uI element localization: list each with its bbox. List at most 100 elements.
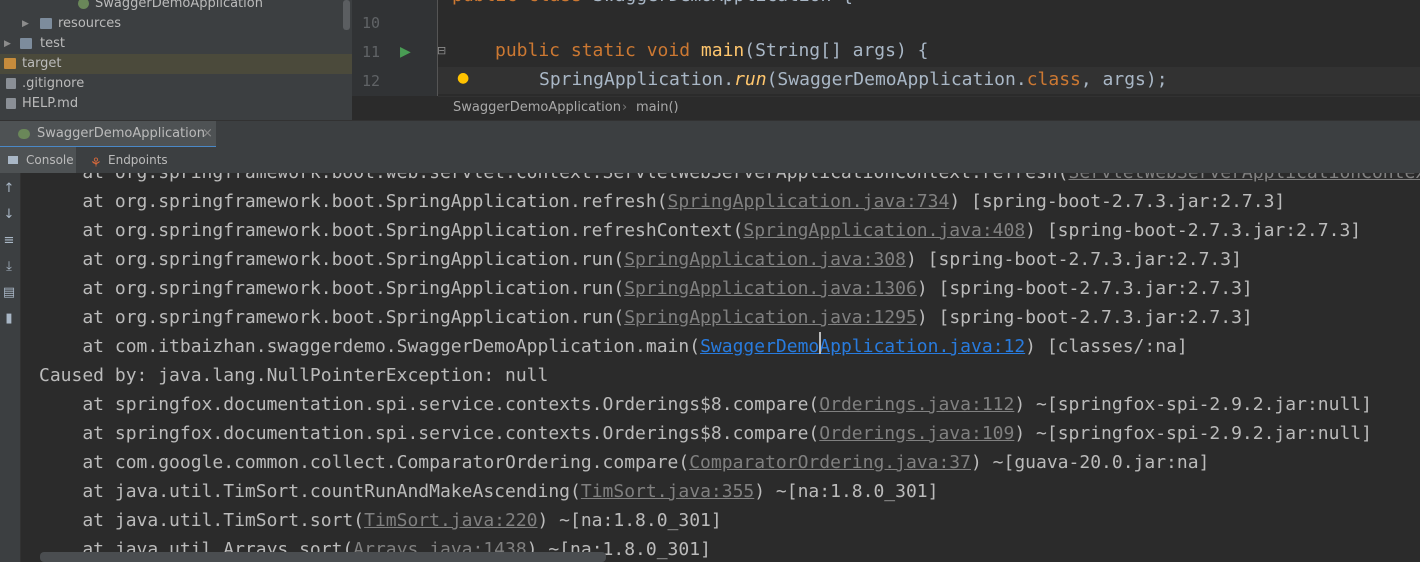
console-text: ) [spring-boot-2.7.3.jar:2.7.3] bbox=[905, 249, 1242, 270]
spring-class-icon bbox=[78, 0, 89, 9]
horizontal-scrollbar[interactable] bbox=[40, 552, 606, 562]
run-tab-label: SwaggerDemoApplication bbox=[37, 126, 205, 141]
console-text: at org.springframework.boot.SpringApplic… bbox=[39, 220, 744, 241]
console-text: Caused by: java.lang.NullPointerExceptio… bbox=[39, 365, 549, 386]
console-line: at java.util.TimSort.sort(TimSort.java:2… bbox=[39, 506, 721, 535]
tree-item-target[interactable]: target bbox=[0, 54, 352, 74]
console-text: ) [spring-boot-2.7.3.jar:2.7.3] bbox=[1025, 220, 1362, 241]
tree-scrollbar[interactable] bbox=[343, 0, 350, 30]
console-text: ) ~[na:1.8.0_301] bbox=[754, 481, 939, 502]
tree-item-help-md[interactable]: HELP.md bbox=[0, 94, 352, 114]
console-text: ) [spring-boot-2.7.3.jar:2.7.3] bbox=[916, 278, 1253, 299]
code-text: , args); bbox=[1080, 69, 1168, 90]
run-toolbar: SwaggerDemoApplication × bbox=[0, 120, 1420, 148]
console-side-toolbar: ↑ ↓ ≡ ⤓ ▤ ▮ bbox=[0, 173, 21, 562]
code-line-10: public class SwaggerDemoApplication { bbox=[452, 0, 853, 6]
folder-icon bbox=[4, 58, 16, 69]
console-text: at com.google.common.collect.ComparatorO… bbox=[39, 452, 690, 473]
code-method: run bbox=[734, 69, 767, 90]
console-line: at com.itbaizhan.swaggerdemo.SwaggerDemo… bbox=[39, 332, 1187, 361]
console-line: at org.springframework.boot.SpringApplic… bbox=[39, 216, 1361, 245]
run-subtabs: Console ⚘ Endpoints bbox=[0, 147, 1420, 174]
line-number: 11 bbox=[361, 43, 380, 61]
tree-item-label: .gitignore bbox=[22, 76, 85, 91]
breadcrumb-class[interactable]: SwaggerDemoApplication bbox=[453, 97, 621, 119]
console-text: ) ~[guava-20.0.jar:na] bbox=[970, 452, 1210, 473]
tree-item-swagger-demo-application[interactable]: SwaggerDemoApplication bbox=[0, 0, 352, 14]
console-text: ) ~[springfox-spi-2.9.2.jar:null] bbox=[1014, 423, 1372, 444]
console-line: at org.springframework.boot.SpringApplic… bbox=[39, 245, 1242, 274]
stacktrace-link[interactable]: Orderings.java:112 bbox=[819, 394, 1014, 415]
console-line: at springfox.documentation.spi.service.c… bbox=[39, 390, 1372, 419]
breadcrumb-method[interactable]: main() bbox=[636, 97, 679, 119]
stacktrace-link[interactable]: SpringApplication.java:308 bbox=[624, 249, 906, 270]
tree-item-gitignore[interactable]: .gitignore bbox=[0, 74, 352, 94]
stacktrace-link[interactable]: SpringApplication.java:1306 bbox=[624, 278, 917, 299]
lightbulb-icon[interactable]: ● bbox=[457, 70, 469, 86]
tree-item-resources[interactable]: ▶ resources bbox=[0, 14, 352, 34]
stacktrace-link[interactable]: TimSort.java:220 bbox=[364, 510, 537, 531]
console-text: at org.springframework.boot.web.servlet.… bbox=[39, 173, 1068, 183]
expand-arrow-icon[interactable]: ▶ bbox=[4, 34, 11, 54]
console-line: Caused by: java.lang.NullPointerExceptio… bbox=[39, 361, 548, 390]
console-line: at springfox.documentation.spi.service.c… bbox=[39, 419, 1372, 448]
code-keyword: public static void bbox=[495, 40, 701, 61]
console-text: at org.springframework.boot.SpringApplic… bbox=[39, 191, 668, 212]
console-text: at java.util.TimSort.sort( bbox=[39, 510, 365, 531]
tab-endpoints[interactable]: ⚘ Endpoints bbox=[84, 147, 174, 173]
stacktrace-link[interactable]: SwaggerDemoApplication.java:12 bbox=[700, 336, 1025, 357]
tree-item-label: SwaggerDemoApplication bbox=[95, 0, 263, 11]
print-icon[interactable]: ▤ bbox=[2, 285, 16, 300]
console-line: at org.springframework.boot.web.servlet.… bbox=[39, 173, 1420, 187]
arrow-up-icon[interactable]: ↑ bbox=[2, 181, 16, 196]
code-keyword: class bbox=[1026, 69, 1081, 90]
breadcrumb: SwaggerDemoApplication › main() bbox=[438, 96, 1420, 121]
code-line-11: public static void main(String[] args) { bbox=[495, 40, 929, 61]
code-text: SpringApplication. bbox=[539, 69, 735, 90]
breadcrumb-separator: › bbox=[622, 100, 628, 115]
tab-console[interactable]: Console bbox=[0, 147, 76, 173]
console-text: at org.springframework.boot.SpringApplic… bbox=[39, 249, 625, 270]
scroll-to-end-icon[interactable]: ⤓ bbox=[2, 259, 16, 274]
console-line: at org.springframework.boot.SpringApplic… bbox=[39, 187, 1285, 216]
stacktrace-link[interactable]: SpringApplication.java:734 bbox=[668, 191, 950, 212]
stacktrace-link[interactable]: Orderings.java:109 bbox=[819, 423, 1014, 444]
code-text: (String[] args) { bbox=[744, 40, 929, 61]
markdown-file-icon bbox=[6, 98, 16, 109]
stacktrace-link[interactable]: SpringApplication.java:1295 bbox=[624, 307, 917, 328]
console-text: at org.springframework.boot.SpringApplic… bbox=[39, 307, 625, 328]
console-output[interactable]: at org.springframework.boot.web.servlet.… bbox=[21, 173, 1420, 562]
code-text: (SwaggerDemoApplication. bbox=[766, 69, 1027, 90]
code-method: main bbox=[700, 40, 745, 61]
trash-icon[interactable]: ▮ bbox=[2, 311, 16, 326]
fold-icon[interactable]: ⊟ bbox=[437, 44, 446, 57]
soft-wrap-icon[interactable]: ≡ bbox=[2, 233, 16, 248]
stacktrace-link[interactable]: ServletWebServerApplicationContext.java bbox=[1069, 173, 1420, 183]
tab-label: Endpoints bbox=[108, 153, 168, 167]
console-icon bbox=[8, 156, 18, 164]
console-line: at com.google.common.collect.ComparatorO… bbox=[39, 448, 1209, 477]
file-icon bbox=[6, 78, 16, 89]
stacktrace-link[interactable]: TimSort.java:355 bbox=[581, 481, 754, 502]
folder-icon bbox=[20, 38, 32, 49]
console-text: ) ~[springfox-spi-2.9.2.jar:null] bbox=[1014, 394, 1372, 415]
arrow-down-icon[interactable]: ↓ bbox=[2, 207, 16, 222]
line-number: 12 bbox=[361, 72, 380, 90]
console-text: at springfox.documentation.spi.service.c… bbox=[39, 394, 820, 415]
run-gutter-icon[interactable]: ▶ bbox=[400, 44, 411, 60]
run-tab[interactable]: SwaggerDemoApplication × bbox=[0, 121, 216, 148]
console-text: ) [spring-boot-2.7.3.jar:2.7.3] bbox=[916, 307, 1253, 328]
tree-item-label: test bbox=[40, 36, 65, 51]
text-caret bbox=[819, 332, 821, 354]
console-text: at java.util.TimSort.countRunAndMakeAsce… bbox=[39, 481, 581, 502]
console-line: at org.springframework.boot.SpringApplic… bbox=[39, 274, 1253, 303]
project-tree: SwaggerDemoApplication ▶ resources ▶ tes… bbox=[0, 0, 352, 120]
expand-arrow-icon[interactable]: ▶ bbox=[22, 14, 29, 34]
code-keyword: public class bbox=[452, 0, 593, 6]
stacktrace-link[interactable]: SpringApplication.java:408 bbox=[743, 220, 1025, 241]
close-icon[interactable]: × bbox=[202, 121, 213, 146]
console-text: at org.springframework.boot.SpringApplic… bbox=[39, 278, 625, 299]
stacktrace-link[interactable]: ComparatorOrdering.java:37 bbox=[689, 452, 971, 473]
tree-item-test[interactable]: ▶ test bbox=[0, 34, 352, 54]
console-text: ) [spring-boot-2.7.3.jar:2.7.3] bbox=[949, 191, 1286, 212]
